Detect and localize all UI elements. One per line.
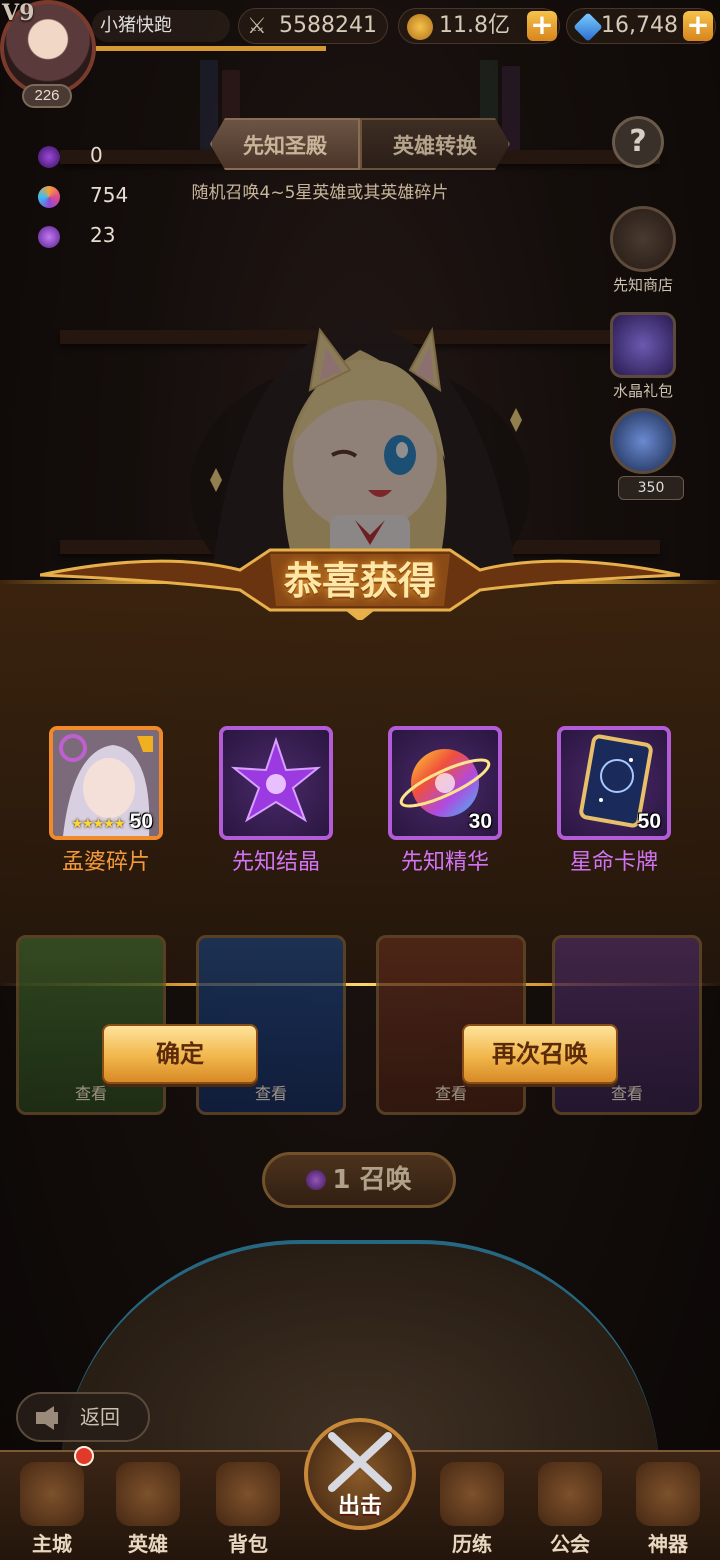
- congrats-title: 恭喜获得: [283, 559, 436, 603]
- crossed-swords-icon: ⚔: [247, 14, 267, 39]
- reward-name: 星命卡牌: [569, 850, 658, 875]
- reward-item[interactable]: ★★★★★ 50 孟婆碎片: [49, 726, 163, 876]
- star-rating: ★★★★★: [71, 816, 126, 832]
- player-name: 小猪快跑: [92, 10, 230, 42]
- tower-icon: [440, 1462, 504, 1526]
- reward-name: 先知精华: [400, 850, 489, 875]
- reward-item[interactable]: 先知结晶: [219, 726, 333, 876]
- purple-crystal-icon: [38, 226, 60, 248]
- add-diamond-button[interactable]: +: [683, 11, 713, 41]
- back-button[interactable]: 返回: [16, 1392, 150, 1442]
- power-display: ⚔ 5588241: [238, 8, 388, 44]
- vip-badge: V9: [2, 0, 35, 26]
- hero-fragment-frame: ★★★★★ 50: [49, 726, 163, 840]
- nav-guild[interactable]: 公会: [522, 1462, 618, 1560]
- artifact-crystal-icon: [636, 1462, 700, 1526]
- hero-icon: [116, 1462, 180, 1526]
- purple-crystal-flower-icon: [230, 736, 322, 823]
- castle-icon: [20, 1462, 84, 1526]
- crystal-orb-button[interactable]: [598, 408, 688, 476]
- reward-item[interactable]: 30 先知精华: [388, 726, 502, 876]
- crystal-ball-icon: [610, 408, 676, 474]
- reward-qty: 50: [637, 810, 661, 833]
- nav-main-city[interactable]: 主城: [4, 1462, 100, 1560]
- nav-artifact[interactable]: 神器: [620, 1462, 716, 1560]
- summon-again-button[interactable]: 再次召唤: [462, 1024, 618, 1084]
- item-frame: [219, 726, 333, 840]
- gold-display: 11.8亿 +: [398, 8, 560, 44]
- item-frame: 50: [557, 726, 671, 840]
- backpack-icon: [216, 1462, 280, 1526]
- notification-dot: [74, 1446, 94, 1466]
- reward-qty: 30: [468, 810, 492, 833]
- reward-name: 先知结晶: [231, 850, 320, 875]
- treasure-chest-icon: [610, 312, 676, 378]
- reward-qty: 50: [129, 810, 153, 833]
- guild-shield-icon: [538, 1462, 602, 1526]
- orb-count: 350: [618, 476, 684, 500]
- shopping-cart-icon: [610, 206, 676, 272]
- gold-coin-icon: [407, 14, 433, 40]
- prophet-shop-button[interactable]: 先知商店: [598, 206, 688, 295]
- nav-backpack[interactable]: 背包: [200, 1462, 296, 1560]
- nav-heroes[interactable]: 英雄: [100, 1462, 196, 1560]
- tab-prophet-temple[interactable]: 先知圣殿: [210, 118, 360, 170]
- summon-description: 随机召唤4~5星英雄或其英雄碎片: [191, 183, 449, 203]
- confirm-button[interactable]: 确定: [102, 1024, 258, 1084]
- purple-gem-icon: [306, 1170, 327, 1190]
- player-level: 226: [22, 84, 72, 108]
- item-frame: 30: [388, 726, 502, 840]
- back-arrow-icon: [36, 1406, 58, 1430]
- diamond-icon: [573, 12, 603, 42]
- reward-name: 孟婆碎片: [61, 850, 150, 875]
- summon-once-button[interactable]: 1 召唤: [262, 1152, 456, 1208]
- diamond-display: 16,748 +: [566, 8, 716, 44]
- purple-gem-icon: [38, 146, 60, 168]
- xp-bar: [96, 46, 326, 51]
- tab-hero-convert[interactable]: 英雄转换: [360, 118, 510, 170]
- nav-battle[interactable]: 出击: [304, 1418, 416, 1530]
- top-bar: V9 226 小猪快跑 ⚔ 5588241 11.8亿 + 16,748 +: [0, 0, 720, 110]
- reward-item[interactable]: 50 星命卡牌: [557, 726, 671, 876]
- add-gold-button[interactable]: +: [527, 11, 557, 41]
- nav-training[interactable]: 历练: [424, 1462, 520, 1560]
- help-button[interactable]: ?: [612, 116, 664, 168]
- crystal-gift-button[interactable]: 水晶礼包: [598, 312, 688, 401]
